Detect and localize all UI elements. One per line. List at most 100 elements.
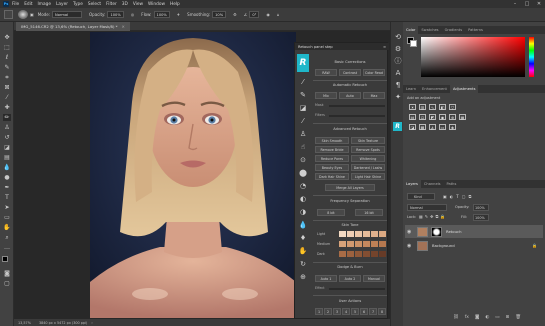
visibility-eye-icon[interactable]: ◉: [407, 243, 414, 249]
lock-position-icon[interactable]: ✥: [430, 214, 433, 219]
hand-tool-icon[interactable]: ✋: [3, 224, 11, 231]
skin-swatch[interactable]: [371, 231, 378, 237]
lock-transparent-icon[interactable]: ▦: [419, 214, 423, 219]
beauty-eyes-button[interactable]: Beauty Eyes: [315, 164, 349, 171]
tab-learn[interactable]: Learn: [403, 85, 419, 93]
filter-type-icon[interactable]: T: [456, 194, 458, 199]
brushes-icon[interactable]: ✦: [393, 92, 403, 101]
clone-stamp-tool-icon[interactable]: ♙: [3, 124, 11, 131]
tab-paths[interactable]: Paths: [444, 180, 460, 188]
user-action-7-button[interactable]: 7: [369, 308, 377, 315]
angle-field[interactable]: 0°: [249, 11, 260, 18]
skin-swatch[interactable]: [363, 231, 370, 237]
rectangle-tool-icon[interactable]: ▭: [3, 214, 11, 221]
close-tab-icon[interactable]: ✕: [122, 24, 125, 29]
menu-3d[interactable]: 3D: [122, 2, 128, 7]
move-tool-icon[interactable]: ✥: [3, 34, 11, 41]
skin-texture-button[interactable]: Skin Texture: [351, 137, 385, 144]
symmetry-icon[interactable]: ⌂: [277, 12, 280, 17]
contrast-button[interactable]: Contrast: [339, 69, 361, 76]
menu-window[interactable]: Window: [148, 2, 165, 7]
mode-select[interactable]: Normal: [52, 11, 83, 18]
brush-settings-icon[interactable]: ▣: [30, 12, 34, 17]
history-brush-tool-icon[interactable]: ↺: [3, 134, 11, 141]
filters-slider[interactable]: [329, 115, 385, 117]
manual-button[interactable]: Manual: [363, 275, 385, 282]
skin-swatch[interactable]: [339, 241, 346, 247]
visibility-eye-icon[interactable]: ◉: [407, 229, 414, 235]
skin-swatch[interactable]: [347, 251, 354, 257]
blur-tool-icon[interactable]: 💧: [3, 164, 11, 171]
lock-all-icon[interactable]: 🔒: [440, 214, 445, 219]
skin-swatch[interactable]: [371, 241, 378, 247]
tab-patterns[interactable]: Patterns: [465, 26, 486, 34]
menu-select[interactable]: Select: [88, 2, 101, 7]
darkened-lashs-button[interactable]: Darkened / Lashs: [351, 164, 385, 171]
rotate-icon[interactable]: ↻: [298, 259, 308, 268]
skin-swatch[interactable]: [379, 231, 386, 237]
effect-slider[interactable]: [329, 288, 385, 290]
blur-icon[interactable]: ⬤: [298, 168, 308, 177]
gradient-tool-icon[interactable]: ▤: [3, 154, 11, 161]
posterize-icon[interactable]: ▩: [419, 124, 426, 130]
user-action-1-button[interactable]: 1: [315, 308, 323, 315]
minimize-icon[interactable]: –: [509, 0, 521, 8]
layer-row[interactable]: ◉ Retouch: [405, 225, 543, 238]
channel-mixer-icon[interactable]: ⊕: [449, 114, 456, 120]
blend-mode-select[interactable]: Normal: [407, 204, 447, 211]
user-action-3-button[interactable]: 3: [333, 308, 341, 315]
dark-hair-shine-button[interactable]: Dark Hair Shine: [315, 173, 349, 180]
skin-swatch[interactable]: [379, 241, 386, 247]
dropper-icon[interactable]: ⁄: [298, 116, 308, 125]
globe-icon[interactable]: ⊕: [298, 272, 308, 281]
skin-swatch[interactable]: [355, 231, 362, 237]
menu-layer[interactable]: Layer: [56, 2, 68, 7]
8-bit-button[interactable]: 8 bit: [317, 209, 345, 216]
new-layer-icon[interactable]: ⊞: [506, 315, 510, 320]
lock-image-icon[interactable]: ✎: [425, 214, 428, 219]
auto-2-button[interactable]: Auto 2: [339, 275, 361, 282]
remove-spots-button[interactable]: Remove Spots: [351, 146, 385, 153]
menu-help[interactable]: Help: [170, 2, 180, 7]
brush-tool-icon[interactable]: ✏: [3, 114, 11, 121]
delete-layer-icon[interactable]: 🗑: [515, 315, 521, 320]
exposure-icon[interactable]: ◧: [439, 104, 446, 110]
skin-swatch[interactable]: [355, 241, 362, 247]
path-select-tool-icon[interactable]: ➤: [3, 204, 11, 211]
user-action-8-button[interactable]: 8: [378, 308, 386, 315]
dodge-icon[interactable]: ◐: [298, 194, 308, 203]
layer-opacity-field[interactable]: 100%: [473, 204, 489, 211]
threshold-icon[interactable]: ◭: [429, 124, 436, 130]
eraser-icon[interactable]: ◪: [298, 103, 308, 112]
user-action-5-button[interactable]: 5: [351, 308, 359, 315]
color-balance-icon[interactable]: ⚖: [419, 114, 426, 120]
filter-shape-icon[interactable]: ▢: [462, 194, 466, 199]
auto-button[interactable]: Auto: [339, 92, 361, 99]
panel-menu-icon[interactable]: ≡: [383, 45, 386, 49]
sponge-icon[interactable]: ⊙: [298, 155, 308, 164]
foreground-color-swatch[interactable]: [2, 256, 8, 262]
healing-brush-tool-icon[interactable]: ✚: [3, 104, 11, 111]
skin-swatch[interactable]: [363, 251, 370, 257]
menu-view[interactable]: View: [133, 2, 143, 7]
tab-color[interactable]: Color: [403, 26, 419, 34]
brightness-icon[interactable]: ☀: [409, 104, 416, 110]
lock-artboard-icon[interactable]: ⧉: [436, 214, 439, 219]
close-icon[interactable]: ✕: [533, 0, 545, 8]
character-icon[interactable]: A: [393, 68, 403, 77]
stamp2-icon[interactable]: ♦: [298, 233, 308, 242]
gradient-map-icon[interactable]: ▭: [439, 124, 446, 130]
skin-swatch[interactable]: [371, 251, 378, 257]
color-picker-field[interactable]: [421, 37, 525, 77]
zoom-level[interactable]: 13,57%: [18, 321, 31, 325]
flow-field[interactable]: 100%: [153, 11, 170, 18]
skin-swatch[interactable]: [379, 251, 386, 257]
tab-adjustments[interactable]: Adjustments: [449, 85, 479, 93]
contrast-icon[interactable]: ◑: [298, 207, 308, 216]
crop-tool-icon[interactable]: ⌗: [3, 74, 11, 81]
history-icon[interactable]: ⟲: [393, 32, 403, 41]
raw-button[interactable]: RAW: [315, 69, 337, 76]
status-arrow-icon[interactable]: ›: [91, 321, 92, 325]
skin-swatch[interactable]: [347, 241, 354, 247]
selective-color-icon[interactable]: ◈: [449, 124, 456, 130]
